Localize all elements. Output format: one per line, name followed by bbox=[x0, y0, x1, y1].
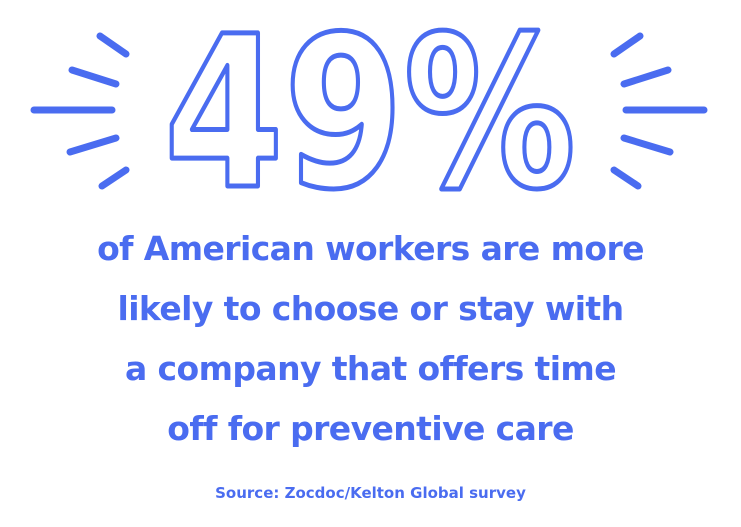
caption-line-2: likely to choose or stay with bbox=[117, 289, 625, 328]
headline-percentage-text: 49% bbox=[164, 0, 576, 230]
statistic-caption: of American workers are more likely to c… bbox=[0, 219, 741, 459]
caption-line-4: off for preventive care bbox=[167, 409, 574, 448]
caption-line-3: a company that offers time bbox=[125, 349, 617, 388]
caption-line-1: of American workers are more bbox=[97, 229, 644, 268]
source-attribution: Source: Zocdoc/Kelton Global survey bbox=[215, 484, 526, 502]
infographic: 49% of American workers are more likely … bbox=[0, 0, 741, 527]
headline-percentage: 49% bbox=[162, 0, 579, 230]
